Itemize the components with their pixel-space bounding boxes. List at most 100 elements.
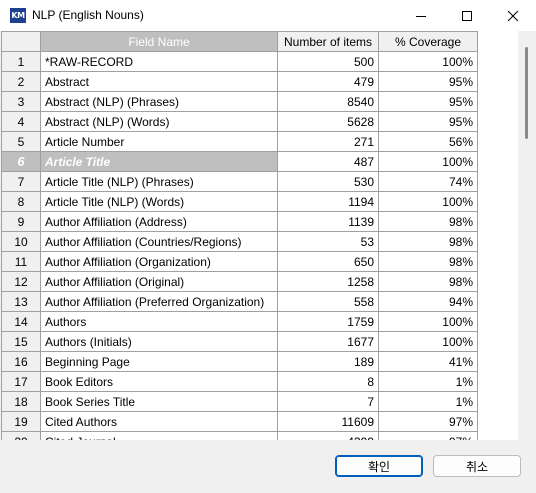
field-name-cell[interactable]: Cited Journal: [40, 431, 278, 440]
number-of-items-cell[interactable]: 189: [277, 351, 379, 372]
number-of-items-cell[interactable]: 1677: [277, 331, 379, 352]
table-row[interactable]: 2 Abstract 479 95%: [1, 71, 478, 92]
row-number[interactable]: 14: [1, 311, 41, 332]
coverage-cell[interactable]: 97%: [378, 411, 478, 432]
coverage-cell[interactable]: 98%: [378, 211, 478, 232]
table-row[interactable]: 13 Author Affiliation (Preferred Organiza…: [1, 291, 478, 312]
table-row[interactable]: 9 Author Affiliation (Address) 1139 98%: [1, 211, 478, 232]
number-of-items-cell[interactable]: 1139: [277, 211, 379, 232]
row-number[interactable]: 16: [1, 351, 41, 372]
row-number[interactable]: 2: [1, 71, 41, 92]
table-row[interactable]: 10 Author Affiliation (Countries/Regions)…: [1, 231, 478, 252]
field-name-cell[interactable]: Authors: [40, 311, 278, 332]
row-number[interactable]: 10: [1, 231, 41, 252]
field-name-cell[interactable]: Author Affiliation (Countries/Regions): [40, 231, 278, 252]
minimize-button[interactable]: [398, 0, 444, 31]
field-name-cell[interactable]: Abstract: [40, 71, 278, 92]
number-of-items-cell[interactable]: 7: [277, 391, 379, 412]
row-number[interactable]: 7: [1, 171, 41, 192]
coverage-cell[interactable]: 41%: [378, 351, 478, 372]
vertical-scrollbar[interactable]: [518, 31, 535, 440]
row-number[interactable]: 5: [1, 131, 41, 152]
row-number[interactable]: 12: [1, 271, 41, 292]
row-number[interactable]: 11: [1, 251, 41, 272]
field-name-cell[interactable]: Author Affiliation (Organization): [40, 251, 278, 272]
number-of-items-cell[interactable]: 500: [277, 51, 379, 72]
table-row[interactable]: 20Cited Journal439997%: [1, 431, 478, 440]
row-number[interactable]: 17: [1, 371, 41, 392]
table-row[interactable]: 17 Book Editors 8 1%: [1, 371, 478, 392]
table-row[interactable]: 18 Book Series Title 7 1%: [1, 391, 478, 412]
field-name-cell[interactable]: Beginning Page: [40, 351, 278, 372]
field-name-cell[interactable]: Article Title: [40, 151, 278, 172]
field-name-cell[interactable]: Cited Authors: [40, 411, 278, 432]
table-row[interactable]: 7 Article Title (NLP) (Phrases) 530 74%: [1, 171, 478, 192]
number-of-items-cell[interactable]: 11609: [277, 411, 379, 432]
field-name-cell[interactable]: Author Affiliation (Preferred Organizati…: [40, 291, 278, 312]
number-of-items-cell[interactable]: 1759: [277, 311, 379, 332]
coverage-cell[interactable]: 95%: [378, 91, 478, 112]
number-of-items-cell[interactable]: 558: [277, 291, 379, 312]
row-number[interactable]: 6: [1, 151, 41, 172]
row-number[interactable]: 1: [1, 51, 41, 72]
field-name-cell[interactable]: Author Affiliation (Address): [40, 211, 278, 232]
column-header-coverage[interactable]: % Coverage: [378, 31, 478, 52]
table-row[interactable]: 16 Beginning Page 189 41%: [1, 351, 478, 372]
cancel-button[interactable]: 취소: [433, 455, 521, 477]
field-name-cell[interactable]: Article Number: [40, 131, 278, 152]
field-name-cell[interactable]: Author Affiliation (Original): [40, 271, 278, 292]
row-number[interactable]: 19: [1, 411, 41, 432]
number-of-items-cell[interactable]: 1194: [277, 191, 379, 212]
number-of-items-cell[interactable]: 5628: [277, 111, 379, 132]
coverage-cell[interactable]: 97%: [378, 431, 478, 440]
number-of-items-cell[interactable]: 8: [277, 371, 379, 392]
close-button[interactable]: [490, 0, 536, 31]
table-row[interactable]: 19 Cited Authors 11609 97%: [1, 411, 478, 432]
coverage-cell[interactable]: 100%: [378, 311, 478, 332]
coverage-cell[interactable]: 100%: [378, 151, 478, 172]
scrollbar-thumb[interactable]: [525, 47, 528, 139]
coverage-cell[interactable]: 95%: [378, 111, 478, 132]
table-row[interactable]: 11 Author Affiliation (Organization) 650 98…: [1, 251, 478, 272]
row-number[interactable]: 13: [1, 291, 41, 312]
field-name-cell[interactable]: Abstract (NLP) (Phrases): [40, 91, 278, 112]
column-header-number-of-items[interactable]: Number of items: [277, 31, 379, 52]
number-of-items-cell[interactable]: 479: [277, 71, 379, 92]
table-row[interactable]: 15 Authors (Initials) 1677 100%: [1, 331, 478, 352]
table-row[interactable]: 3 Abstract (NLP) (Phrases) 8540 95%: [1, 91, 478, 112]
table-row[interactable]: 1 *RAW-RECORD 500 100%: [1, 51, 478, 72]
table-row[interactable]: 5 Article Number 271 56%: [1, 131, 478, 152]
table-row[interactable]: 6 Article Title 487 100%: [1, 151, 478, 172]
field-name-cell[interactable]: Article Title (NLP) (Words): [40, 191, 278, 212]
field-name-cell[interactable]: Authors (Initials): [40, 331, 278, 352]
coverage-cell[interactable]: 100%: [378, 331, 478, 352]
table-row[interactable]: 14 Authors 1759 100%: [1, 311, 478, 332]
number-of-items-cell[interactable]: 271: [277, 131, 379, 152]
row-number[interactable]: 8: [1, 191, 41, 212]
row-number[interactable]: 4: [1, 111, 41, 132]
coverage-cell[interactable]: 56%: [378, 131, 478, 152]
row-number[interactable]: 20: [1, 431, 41, 440]
table-row[interactable]: 8 Article Title (NLP) (Words) 1194 100%: [1, 191, 478, 212]
coverage-cell[interactable]: 100%: [378, 51, 478, 72]
coverage-cell[interactable]: 74%: [378, 171, 478, 192]
number-of-items-cell[interactable]: 1258: [277, 271, 379, 292]
number-of-items-cell[interactable]: 8540: [277, 91, 379, 112]
coverage-cell[interactable]: 95%: [378, 71, 478, 92]
table-row[interactable]: 12 Author Affiliation (Original) 1258 98%: [1, 271, 478, 292]
coverage-cell[interactable]: 100%: [378, 191, 478, 212]
field-name-cell[interactable]: Book Editors: [40, 371, 278, 392]
field-name-cell[interactable]: Article Title (NLP) (Phrases): [40, 171, 278, 192]
field-name-cell[interactable]: Abstract (NLP) (Words): [40, 111, 278, 132]
data-grid[interactable]: Field Name Number of items % Coverage 1 *…: [1, 31, 518, 440]
field-name-cell[interactable]: Book Series Title: [40, 391, 278, 412]
row-number[interactable]: 9: [1, 211, 41, 232]
column-header-field-name[interactable]: Field Name: [40, 31, 278, 52]
table-row[interactable]: 4 Abstract (NLP) (Words) 5628 95%: [1, 111, 478, 132]
number-of-items-cell[interactable]: 530: [277, 171, 379, 192]
coverage-cell[interactable]: 94%: [378, 291, 478, 312]
ok-button[interactable]: 확인: [335, 455, 423, 477]
coverage-cell[interactable]: 1%: [378, 391, 478, 412]
field-name-cell[interactable]: *RAW-RECORD: [40, 51, 278, 72]
number-of-items-cell[interactable]: 4399: [277, 431, 379, 440]
